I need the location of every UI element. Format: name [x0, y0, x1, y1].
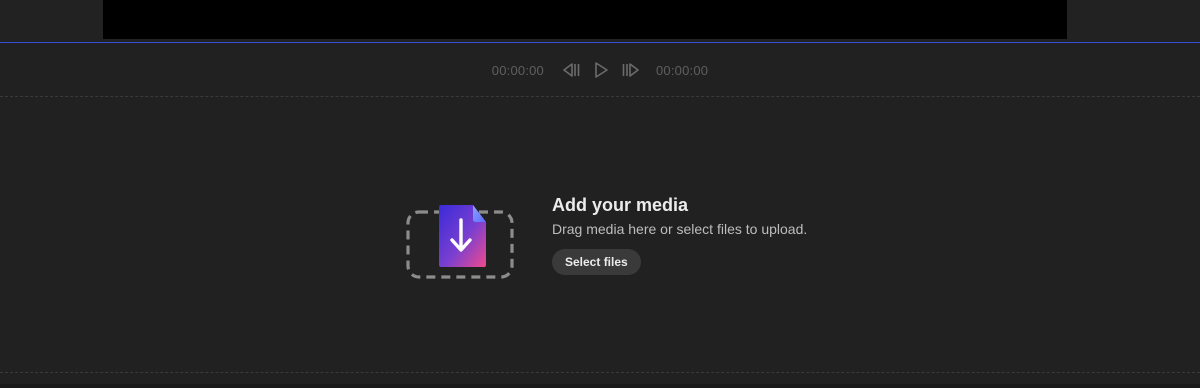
bottom-strip: [0, 384, 1200, 388]
play-icon: [595, 62, 608, 78]
step-forward-icon: [622, 63, 639, 77]
editor-page: 00:00:00 00:00:00 Add your media Drag me…: [0, 0, 1200, 388]
step-back-icon: [563, 63, 580, 77]
current-timecode: 00:00:00: [491, 62, 544, 78]
upload-text-block: Add your media Drag media here or select…: [552, 193, 807, 275]
step-forward-button[interactable]: [616, 55, 646, 85]
total-timecode: 00:00:00: [656, 62, 709, 78]
video-preview[interactable]: [103, 0, 1067, 39]
upload-title: Add your media: [552, 195, 689, 215]
step-back-button[interactable]: [556, 55, 586, 85]
upload-subtitle: Drag media here or select files to uploa…: [552, 221, 808, 237]
play-button[interactable]: [586, 55, 616, 85]
media-drop-zone[interactable]: Add your media Drag media here or select…: [406, 193, 807, 283]
transport-controls: 00:00:00 00:00:00: [0, 43, 1200, 97]
select-files-button[interactable]: Select files: [552, 249, 641, 275]
file-download-icon: [406, 193, 516, 283]
preview-area: [0, 0, 1200, 42]
timeline-divider-top: [0, 96, 1200, 97]
timeline-divider-bottom: [0, 372, 1200, 373]
